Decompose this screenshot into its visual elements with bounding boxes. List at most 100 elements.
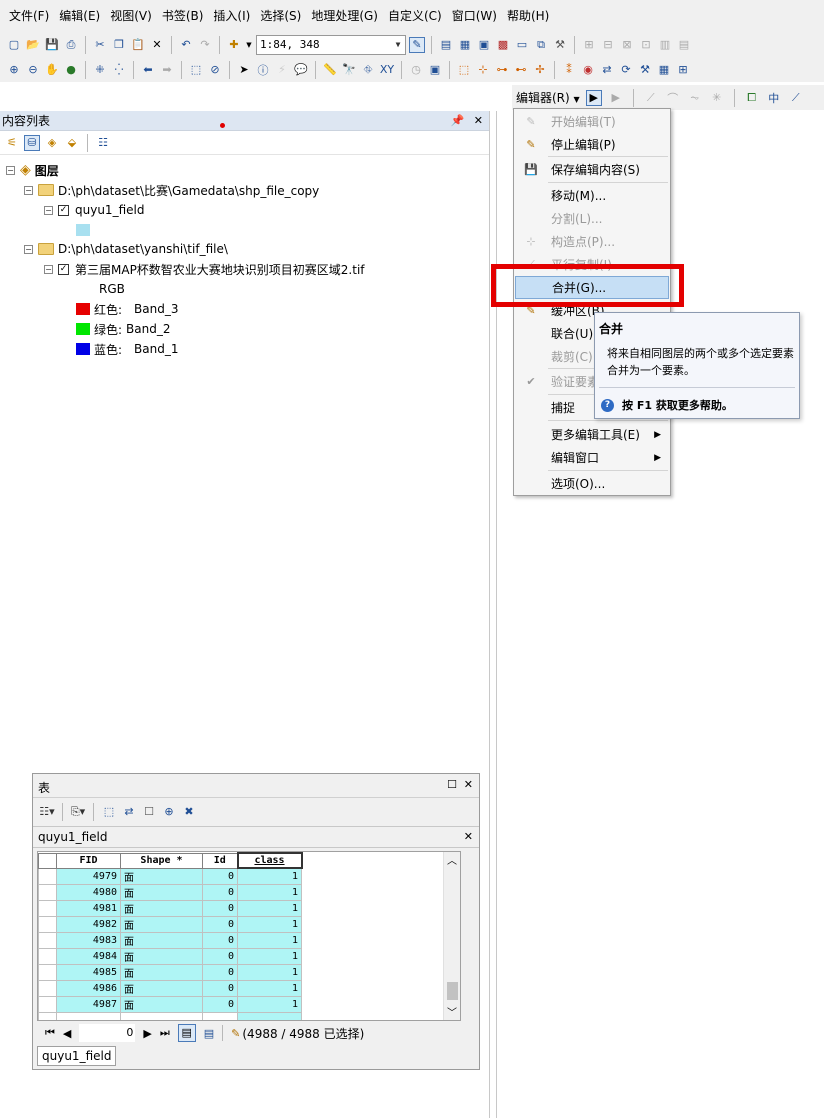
trace-icon[interactable]: ⏦ [687,90,703,106]
search-window-icon[interactable]: ▣ [476,37,492,53]
pan-icon[interactable]: ✋ [44,62,60,78]
menu-item-more-editing-tools[interactable]: 更多编辑工具(E) ▶ [515,423,669,446]
grid-icon[interactable]: ⊞ [581,37,597,53]
time-slider-icon[interactable]: ◷ [408,62,424,78]
column-header-class[interactable]: class [236,852,303,869]
cell-id[interactable]: 0 [202,963,238,981]
menu-customize[interactable]: 自定义(C) [383,0,447,32]
options-icon[interactable]: ☷ [95,135,111,151]
topology-icon[interactable]: ⊹ [475,62,491,78]
switch-selection-icon[interactable]: ⇄ [121,804,137,820]
show-all-records-icon[interactable]: ▤ [177,1024,196,1042]
select-elements-icon[interactable]: ➤ [236,62,252,78]
georef-icon[interactable]: ⊞ [675,62,691,78]
new-document-icon[interactable]: ▢ [6,37,22,53]
table-options-icon[interactable]: ☷▾ [39,804,55,820]
cell-id[interactable]: 0 [202,915,238,933]
full-extent-icon[interactable]: ● [63,62,79,78]
close-icon[interactable]: ✕ [464,778,473,791]
cell-id[interactable]: 0 [202,947,238,965]
topology-icon[interactable]: ✢ [532,62,548,78]
collapse-icon[interactable]: − [24,244,33,254]
layer-visibility-checkbox[interactable]: ✓ [58,204,69,216]
tree-group-tif[interactable]: − D:\ph\dataset\yanshi\tif_file\ [24,239,228,259]
cell-shape[interactable]: 面 [120,947,203,965]
edit-vertices-icon[interactable]: ⧠ [744,90,760,106]
grid-icon[interactable]: ▥ [657,37,673,53]
menu-item-save-edits[interactable]: 💾 保存编辑内容(S) [515,158,669,181]
band-row[interactable]: 绿色: Band_2 [76,319,171,339]
measure-icon[interactable]: 📏 [322,62,338,78]
find-icon[interactable]: 🔭 [341,62,357,78]
paste-icon[interactable]: 📋 [130,37,146,53]
table-row[interactable]: 4986 面 0 1 [38,979,302,997]
grid-icon[interactable]: ⊡ [638,37,654,53]
table-row[interactable]: 4981 面 0 1 [38,899,302,917]
row-selector[interactable] [38,995,57,1013]
column-header-fid[interactable]: FID [56,852,121,869]
list-by-selection-icon[interactable]: ⬙ [64,135,80,151]
add-data-icon[interactable]: ✚ [226,37,242,53]
cell-id[interactable]: 0 [202,979,238,997]
cell-shape[interactable]: 面 [120,979,203,997]
menu-edit[interactable]: 编辑(E) [54,0,105,32]
cell-shape[interactable]: 面 [120,995,203,1013]
map-scale-input[interactable]: 1:84, 348 ▼ [256,34,406,55]
table-row[interactable]: 4979 面 0 1 [38,867,302,885]
delete-icon[interactable]: ✕ [149,37,165,53]
grid-icon[interactable]: ⊟ [600,37,616,53]
maximize-icon[interactable]: ☐ [447,778,457,791]
globe-icon[interactable]: ◉ [580,62,596,78]
clear-selection-icon[interactable]: ☐ [141,804,157,820]
menu-insert[interactable]: 插入(I) [208,0,255,32]
menu-item-stop-editing[interactable]: ✎ 停止编辑(P) [515,133,669,156]
zoom-to-selected-icon[interactable]: ⊕ [161,804,177,820]
georef-icon[interactable]: ⇄ [599,62,615,78]
select-features-icon[interactable]: ⬚ [188,62,204,78]
menu-item-start-editing[interactable]: ✎ 开始编辑(T) [515,110,669,133]
vertical-scrollbar[interactable]: ︿ ﹀ [443,852,460,1020]
cell-class[interactable]: 1 [237,867,302,885]
cell-shape[interactable]: 面 [120,867,203,885]
menu-bookmarks[interactable]: 书签(B) [157,0,209,32]
cell-shape[interactable]: 面 [120,883,203,901]
row-selector[interactable] [38,915,57,933]
cell-empty[interactable] [202,1011,238,1020]
blue-band-swatch[interactable] [76,343,90,355]
collapse-icon[interactable]: − [24,185,33,195]
topology-icon[interactable]: ⊷ [513,62,529,78]
menu-item-editing-windows[interactable]: 编辑窗口 ▶ [515,446,669,469]
first-record-icon[interactable]: ⏮ [45,1026,55,1040]
cell-fid[interactable]: 4987 [56,995,121,1013]
point-icon[interactable]: ✳ [709,90,725,106]
band-row[interactable]: 红色: Band_3 [76,299,179,319]
tree-layer-quyu1[interactable]: − ✓ quyu1_field [44,200,144,220]
column-header-shape[interactable]: Shape * [120,852,203,869]
cell-class[interactable]: 1 [237,979,302,997]
menu-item-split[interactable]: 分割(L)... [515,207,669,230]
zoom-in-icon[interactable]: ⊕ [6,62,22,78]
table-row[interactable]: 4980 面 0 1 [38,883,302,901]
menu-file[interactable]: 文件(F) [4,0,54,32]
last-record-icon[interactable]: ⏭ [160,1026,170,1040]
reshape-icon[interactable]: 中 [766,90,782,106]
cell-class[interactable]: 1 [237,899,302,917]
row-selector[interactable] [38,867,57,885]
table-icon[interactable]: ▤ [438,37,454,53]
open-icon[interactable]: 📂 [25,37,41,53]
table-row[interactable]: 4984 面 0 1 [38,947,302,965]
cell-id[interactable]: 0 [202,867,238,885]
menu-window[interactable]: 窗口(W) [447,0,502,32]
menu-item-move[interactable]: 移动(M)... [515,184,669,207]
go-to-xy-icon[interactable]: XY [379,62,395,78]
hyperlink-icon[interactable]: ⚡ [274,62,290,78]
cell-id[interactable]: 0 [202,883,238,901]
cell-empty[interactable] [120,1011,203,1020]
row-selector[interactable] [38,931,57,949]
cell-shape[interactable]: 面 [120,915,203,933]
cell-empty[interactable] [56,1011,121,1020]
html-popup-icon[interactable]: 💬 [293,62,309,78]
polygon-symbol-swatch[interactable] [76,224,90,236]
close-icon[interactable]: ✕ [464,830,473,843]
cell-fid[interactable]: 4981 [56,899,121,917]
